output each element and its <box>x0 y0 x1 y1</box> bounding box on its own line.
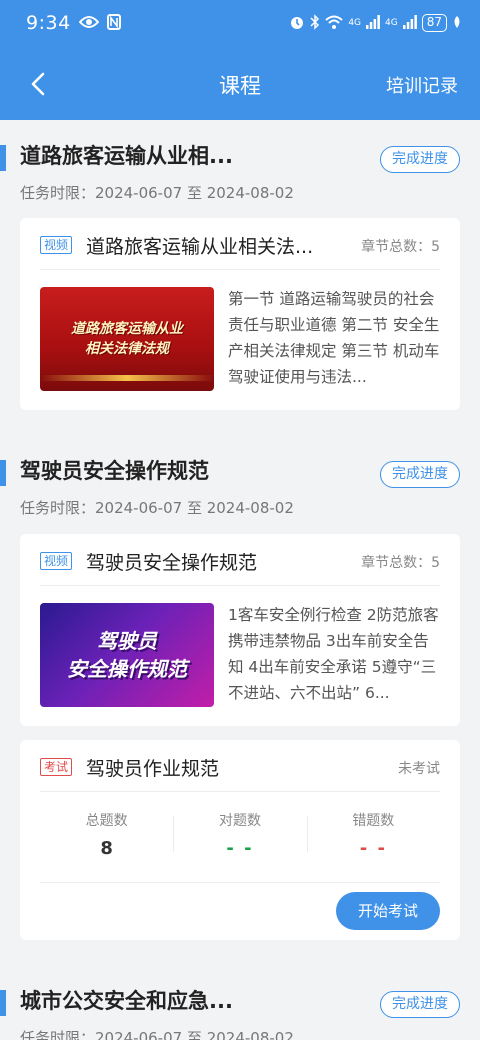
progress-button[interactable]: 完成进度 <box>380 991 460 1018</box>
video-course-card[interactable]: 视频 驾驶员安全操作规范 章节总数：5 驾驶员 安全操作规范 1客车安全例行检查… <box>20 534 460 726</box>
stat-label: 错题数 <box>352 813 395 829</box>
section-accent-bar <box>0 460 6 486</box>
thumbnail-text: 安全操作规范 <box>67 657 187 681</box>
stat-correct: 对题数 - - <box>173 800 306 860</box>
stat-value: - - <box>226 838 254 859</box>
battery-indicator: 87 <box>421 14 447 32</box>
divider <box>40 585 440 586</box>
course-title: 驾驶员安全操作规范 <box>86 552 258 574</box>
section-accent-bar <box>0 990 6 1016</box>
eye-icon <box>78 15 100 32</box>
chapter-count: 章节总数：5 <box>361 239 440 255</box>
section-time-limit: 任务时限：2024-06-07 至 2024-08-02 <box>20 184 294 202</box>
stat-value: 8 <box>100 838 113 859</box>
training-records-link[interactable]: 培训记录 <box>386 72 458 98</box>
section-time-limit: 任务时限：2024-06-07 至 2024-08-02 <box>20 1029 294 1040</box>
section-title: 道路旅客运输从业相... <box>20 144 233 168</box>
course-thumbnail[interactable]: 道路旅客运输从业 相关法律法规 <box>40 287 214 391</box>
divider <box>40 269 440 270</box>
exam-tag: 考试 <box>40 758 73 776</box>
status-bar: 9:34 4G 4G 87 <box>26 10 462 36</box>
course-description: 第一节 道路运输驾驶员的社会责任与职业道德 第二节 安全生产相关法律规定 第三节… <box>228 290 440 386</box>
exam-card: 考试 驾驶员作业规范 未考试 总题数 8 对题数 - - 错题数 - - 开始考… <box>20 740 460 940</box>
progress-button[interactable]: 完成进度 <box>380 146 460 173</box>
video-tag: 视频 <box>40 552 73 570</box>
thumbnail-text: 驾驶员 <box>97 629 157 653</box>
thumbnail-text: 相关法律法规 <box>85 341 169 357</box>
signal-4g-label-2: 4G <box>385 18 398 28</box>
progress-button[interactable]: 完成进度 <box>380 461 460 488</box>
bluetooth-icon <box>310 13 320 33</box>
video-course-card[interactable]: 视频 道路旅客运输从业相关法... 章节总数：5 道路旅客运输从业 相关法律法规… <box>20 218 460 410</box>
start-exam-button[interactable]: 开始考试 <box>336 892 440 930</box>
stat-label: 总题数 <box>85 813 128 829</box>
nav-bar: 课程 培训记录 <box>0 62 480 106</box>
exam-status: 未考试 <box>398 761 440 777</box>
course-title: 道路旅客运输从业相关法... <box>86 236 314 258</box>
stat-value: - - <box>359 838 387 859</box>
course-thumbnail[interactable]: 驾驶员 安全操作规范 <box>40 603 214 707</box>
video-tag: 视频 <box>40 236 73 254</box>
stat-wrong: 错题数 - - <box>306 800 440 860</box>
thumbnail-decoration <box>40 375 214 381</box>
chapter-count: 章节总数：5 <box>361 555 440 571</box>
divider <box>40 791 440 792</box>
course-description: 1客车安全例行检查 2防范旅客携带违禁物品 3出车前安全告知 4出车前安全承诺 … <box>228 606 439 702</box>
exam-title: 驾驶员作业规范 <box>86 758 220 780</box>
leaf-icon <box>452 15 462 32</box>
status-time: 9:34 <box>26 12 71 34</box>
exam-stats: 总题数 8 对题数 - - 错题数 - - <box>40 800 440 860</box>
stat-label: 对题数 <box>218 813 261 829</box>
section-title: 城市公交安全和应急... <box>20 989 233 1013</box>
section-title: 驾驶员安全操作规范 <box>20 459 209 483</box>
signal-4g-label-1: 4G <box>348 18 362 28</box>
stat-total: 总题数 8 <box>40 800 173 860</box>
section-accent-bar <box>0 145 6 171</box>
signal-bars-icon <box>366 14 380 32</box>
signal-bars-icon <box>402 14 417 32</box>
thumbnail-text: 道路旅客运输从业 <box>71 321 183 337</box>
wifi-icon <box>325 15 343 32</box>
section-time-limit: 任务时限：2024-06-07 至 2024-08-02 <box>20 499 294 517</box>
alarm-icon <box>289 14 305 33</box>
nfc-icon <box>106 13 121 33</box>
app-header: 9:34 4G 4G 87 课程 培训记录 <box>0 0 480 120</box>
divider <box>40 882 440 883</box>
